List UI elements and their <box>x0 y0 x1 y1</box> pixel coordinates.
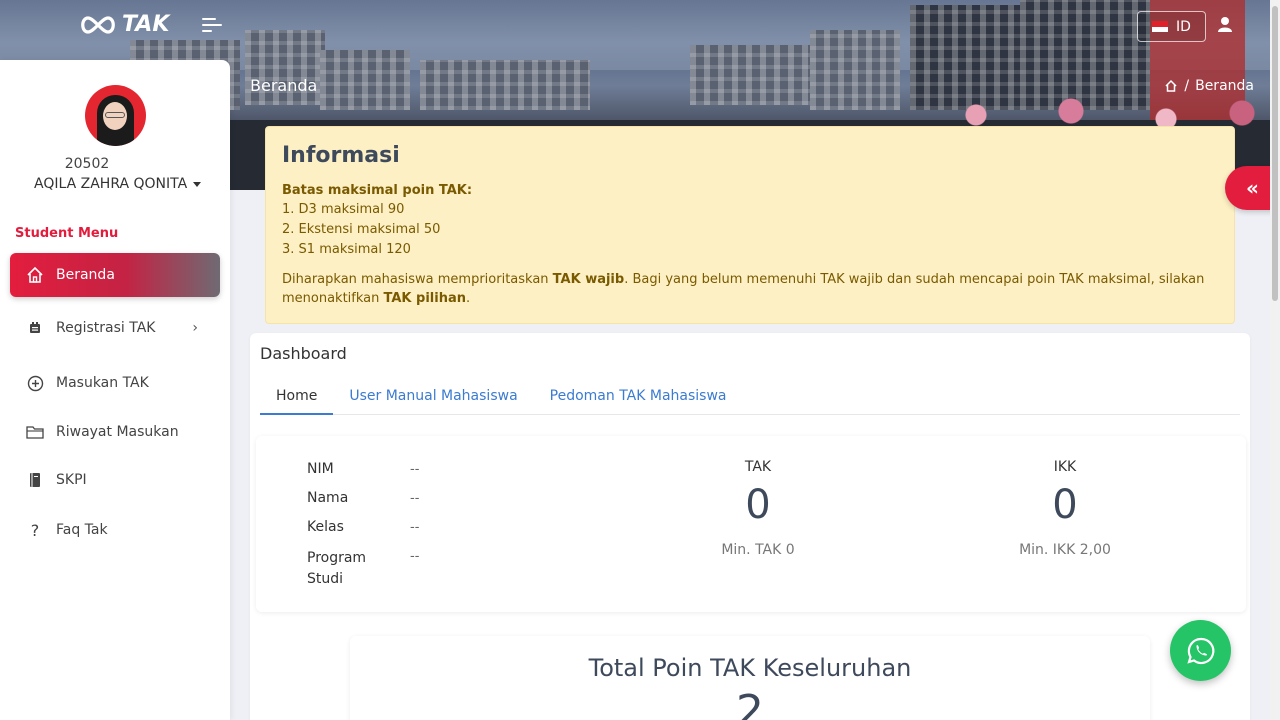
whatsapp-icon <box>1186 637 1214 664</box>
sidebar-item-registrasi-tak[interactable]: Registrasi TAK › <box>10 306 220 350</box>
info-line: 1. D3 maksimal 90 <box>282 202 405 217</box>
chevron-right-icon: › <box>192 320 198 336</box>
field-value-nim: -- <box>410 462 420 477</box>
field-value-kelas: -- <box>410 520 420 535</box>
whatsapp-button[interactable] <box>1170 620 1231 681</box>
student-summary: NIM -- Nama -- Kelas -- Program Studi --… <box>256 436 1246 612</box>
double-chevron-left-icon: « <box>1246 176 1259 200</box>
field-value-nama: -- <box>410 491 420 506</box>
total-points-title: Total Poin TAK Keseluruhan <box>588 654 912 682</box>
sidebar-item-label: Faq Tak <box>56 522 108 538</box>
field-value-program-studi: -- <box>410 549 420 564</box>
info-paragraph: Diharapkan mahasiswa memprioritaskan TAK… <box>282 272 1205 306</box>
field-label-program-studi: Program Studi <box>307 550 367 587</box>
sidebar-item-label: Registrasi TAK <box>56 320 156 336</box>
home-icon <box>26 266 44 284</box>
user-id: 20502 <box>64 156 110 172</box>
sidebar-item-skpi[interactable]: SKPI <box>10 458 220 502</box>
avatar[interactable] <box>85 85 146 146</box>
sidebar-item-beranda[interactable]: Beranda <box>10 253 220 297</box>
tab-pedoman-tak[interactable]: Pedoman TAK Mahasiswa <box>534 377 743 415</box>
breadcrumb: / Beranda <box>1164 78 1254 94</box>
app-logo[interactable]: TAK <box>78 12 169 37</box>
field-label-nim: NIM <box>307 461 334 477</box>
info-alert: Informasi Batas maksimal poin TAK: 1. D3… <box>265 126 1235 324</box>
stat-value-ikk: 0 <box>1052 482 1078 528</box>
page-title: Beranda <box>250 76 318 95</box>
info-subtitle: Batas maksimal poin TAK: <box>282 183 473 198</box>
sidebar-item-label: Beranda <box>56 267 115 283</box>
sidebar-item-masukan-tak[interactable]: Masukan TAK <box>10 361 220 405</box>
stat-value-tak: 0 <box>745 482 771 528</box>
folder-icon <box>26 423 44 441</box>
home-icon[interactable] <box>1164 79 1178 93</box>
book-icon <box>26 471 44 489</box>
plus-circle-icon <box>26 374 44 392</box>
stat-label-tak: TAK <box>744 459 772 475</box>
tab-user-manual[interactable]: User Manual Mahasiswa <box>333 377 533 415</box>
total-points-value: 2 <box>736 686 764 720</box>
sidebar-item-riwayat-masukan[interactable]: Riwayat Masukan <box>10 410 220 454</box>
infinity-icon <box>81 15 115 34</box>
info-line: 3. S1 maksimal 120 <box>282 242 411 257</box>
stat-min-tak: Min. TAK 0 <box>721 542 795 558</box>
stat-label-ikk: IKK <box>1053 459 1077 475</box>
sidebar-item-label: Riwayat Masukan <box>56 424 179 440</box>
sidebar-item-label: SKPI <box>56 472 87 488</box>
dashboard-card: Dashboard Home User Manual Mahasiswa Ped… <box>250 333 1250 720</box>
page-scrollbar[interactable] <box>1270 0 1280 720</box>
menu-heading: Student Menu <box>15 226 119 241</box>
stat-min-ikk: Min. IKK 2,00 <box>1019 542 1111 558</box>
sidebar-item-label: Masukan TAK <box>56 375 149 391</box>
sidebar-item-faq-tak[interactable]: ? Faq Tak <box>10 508 220 552</box>
dashboard-title: Dashboard <box>260 344 347 363</box>
caret-down-icon <box>193 181 202 187</box>
total-points-card: Total Poin TAK Keseluruhan 2 <box>350 636 1150 720</box>
brand-name: TAK <box>122 12 170 37</box>
registration-icon <box>26 319 44 337</box>
scrollbar-thumb[interactable] <box>1272 6 1278 301</box>
info-line: 2. Ekstensi maksimal 50 <box>282 222 441 237</box>
dashboard-tabs: Home User Manual Mahasiswa Pedoman TAK M… <box>260 377 1240 415</box>
field-label-nama: Nama <box>307 490 349 506</box>
language-selector[interactable]: ID <box>1137 11 1206 42</box>
tab-home[interactable]: Home <box>260 377 334 415</box>
user-name-dropdown[interactable]: AQILA ZAHRA QONITA <box>34 176 202 192</box>
info-title: Informasi <box>282 143 400 168</box>
user-icon[interactable] <box>1214 14 1236 36</box>
field-label-kelas: Kelas <box>307 519 344 535</box>
indonesia-flag-icon <box>1152 21 1169 32</box>
language-label: ID <box>1176 18 1191 35</box>
breadcrumb-current: Beranda <box>1195 78 1254 94</box>
question-icon: ? <box>30 520 40 540</box>
sidebar: 20502 AQILA ZAHRA QONITA Student Menu Be… <box>0 60 230 720</box>
sidebar-toggle-button[interactable] <box>202 17 222 33</box>
user-name: AQILA ZAHRA QONITA <box>34 176 188 192</box>
